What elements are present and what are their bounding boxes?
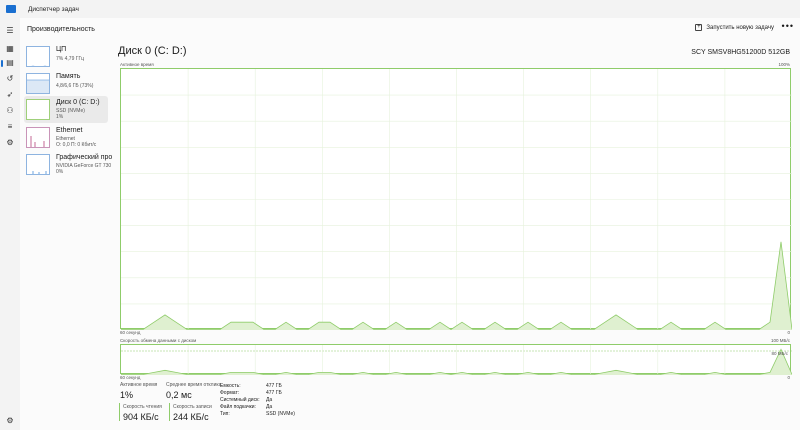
type-value: SSD (NVMe)	[266, 411, 295, 417]
sidebar-item-detail: NVIDIA GeForce GT 730	[56, 163, 112, 169]
active-time-label: Активное время	[120, 382, 158, 388]
chart2-min: 0	[787, 375, 790, 380]
sidebar-item-label: Ethernet	[56, 127, 83, 134]
history-icon[interactable]: ↺	[5, 74, 15, 84]
details-icon[interactable]: ≡	[5, 122, 15, 132]
sidebar-item-label: Память	[56, 73, 81, 80]
transfer-rate-chart-svg	[121, 345, 793, 375]
nav-rail: ☰ ▦ ▤ ↺ ➶ ⚇ ≡ ⚙ ⚙	[0, 18, 20, 430]
chart1-max: 100%	[778, 62, 790, 67]
response-time-value: 0,2 мс	[166, 390, 192, 400]
task-manager-window: Диспетчер задач ☰ ▦ ▤ ↺ ➶ ⚇ ≡ ⚙ ⚙ Произв…	[0, 0, 800, 430]
format-label: Формат:	[220, 390, 240, 396]
read-speed-value: 904 КБ/с	[123, 412, 159, 422]
system-disk-label: Системный диск:	[220, 397, 260, 403]
task-manager-icon	[6, 5, 16, 13]
response-time-label: Среднее время отклика	[166, 382, 222, 388]
sidebar-item-detail: 4,8/6,6 ГБ (73%)	[56, 83, 94, 89]
processes-icon[interactable]: ▦	[5, 44, 15, 54]
write-speed-value: 244 КБ/с	[173, 412, 209, 422]
sidebar-item-label: Графический про	[56, 154, 113, 161]
transfer-rate-chart: 80 МБ/с	[120, 344, 793, 375]
disk-title: Диск 0 (C: D:)	[118, 45, 187, 57]
disk-detail-panel: Диск 0 (C: D:) SCY SMSV8HG51200D 512GB А…	[116, 40, 796, 430]
active-time-chart-svg	[121, 69, 793, 330]
capacity-label: Емкость:	[220, 383, 241, 389]
sidebar-item-ethernet[interactable]: Ethernet Ethernet О: 0,0 П: 0 Кбит/с	[24, 124, 108, 151]
chart2-max: 100 МБ/с	[771, 338, 790, 343]
page-header: Производительность + Запустить новую зад…	[20, 18, 800, 40]
active-time-chart	[120, 68, 793, 330]
disk-thumbnail	[26, 99, 50, 120]
page-title: Производительность	[27, 25, 95, 33]
title-bar: Диспетчер задач	[0, 0, 800, 18]
run-new-task-button[interactable]: + Запустить новую задачу	[695, 24, 774, 31]
sidebar-item-gpu[interactable]: Графический про NVIDIA GeForce GT 730 0%	[24, 151, 112, 178]
chart1-min: 0	[787, 330, 790, 335]
memory-thumbnail	[26, 73, 50, 94]
hamburger-icon[interactable]: ☰	[5, 26, 15, 36]
sidebar-item-disk0[interactable]: Диск 0 (C: D:) SSD (NVMe) 1%	[24, 96, 108, 123]
sidebar-item-detail: 7% 4,79 ГГц	[56, 56, 85, 62]
type-label: Тип:	[220, 411, 230, 417]
sidebar-item-label: Диск 0 (C: D:)	[56, 99, 100, 106]
chart2-inner-label: 80 МБ/с	[771, 351, 788, 356]
chart2-label: Скорость обмена данными с диском	[120, 338, 197, 343]
performance-icon[interactable]: ▤	[1, 58, 15, 68]
run-new-task-label: Запустить новую задачу	[706, 24, 774, 31]
read-speed-marker	[119, 403, 120, 421]
chart2-span: 60 секунд	[120, 375, 141, 380]
sidebar-item-cpu[interactable]: ЦП 7% 4,79 ГГц	[24, 43, 108, 70]
ethernet-thumbnail	[26, 127, 50, 148]
sidebar-item-detail: 1%	[56, 114, 64, 120]
system-disk-value: Да	[266, 397, 273, 403]
gpu-thumbnail	[26, 154, 50, 175]
sidebar-item-label: ЦП	[56, 46, 67, 53]
capacity-value: 477 ГБ	[266, 383, 282, 389]
new-task-icon: +	[695, 24, 703, 31]
sidebar-item-detail: 0%	[56, 169, 64, 175]
disk-model: SCY SMSV8HG51200D 512GB	[691, 49, 790, 56]
chart1-label: Активное время	[120, 62, 154, 67]
write-speed-label: Скорость записи	[173, 404, 212, 410]
chart1-span: 60 секунд	[120, 330, 141, 335]
cpu-thumbnail	[26, 46, 50, 67]
window-title: Диспетчер задач	[28, 5, 79, 13]
page-file-label: Файл подкачки:	[220, 404, 256, 410]
resource-list: ЦП 7% 4,79 ГГц Память 4,8/6,6 ГБ (73%) Д…	[20, 40, 112, 430]
page-file-value: Да	[266, 404, 273, 410]
services-icon[interactable]: ⚙	[5, 138, 15, 148]
sidebar-item-detail: О: 0,0 П: 0 Кбит/с	[56, 142, 97, 148]
more-options-button[interactable]: •••	[782, 21, 794, 31]
active-time-value: 1%	[120, 390, 134, 400]
users-icon[interactable]: ⚇	[5, 106, 15, 116]
startup-icon[interactable]: ➶	[5, 90, 15, 100]
read-speed-label: Скорость чтения	[123, 404, 162, 410]
write-speed-marker	[169, 403, 170, 421]
sidebar-item-memory[interactable]: Память 4,8/6,6 ГБ (73%)	[24, 70, 108, 97]
settings-icon[interactable]: ⚙	[5, 416, 15, 426]
format-value: 477 ГБ	[266, 390, 282, 396]
